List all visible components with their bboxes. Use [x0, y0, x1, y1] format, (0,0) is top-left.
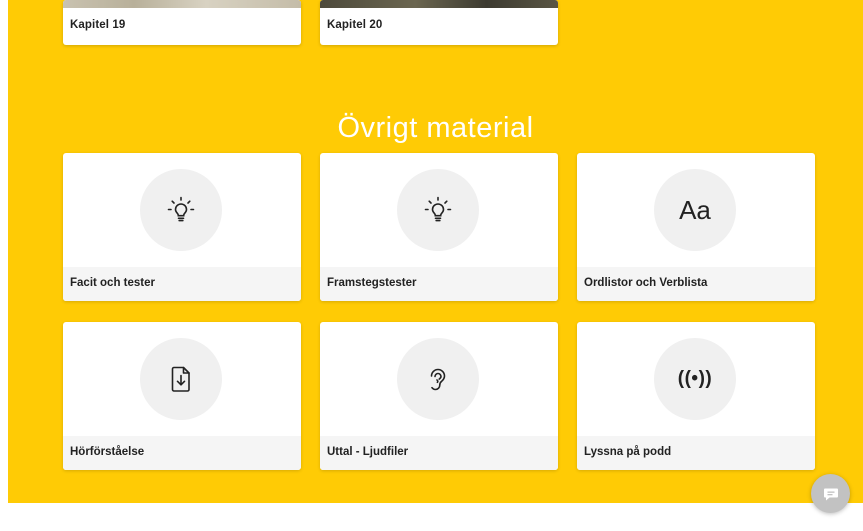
chapter-card-19[interactable]: Kapitel 19 — [63, 0, 301, 45]
card-lyssna-pa-podd[interactable]: ((•)) Lyssna på podd — [577, 322, 815, 470]
caption-bar: Hörförståelse — [63, 436, 301, 470]
icon-circle: ((•)) — [654, 338, 736, 420]
card-horforstaelse[interactable]: Hörförståelse — [63, 322, 301, 470]
chat-icon — [823, 488, 838, 500]
card-ordlistor-och-verblista[interactable]: Aa Ordlistor och Verblista — [577, 153, 815, 301]
caption-bar: Lyssna på podd — [577, 436, 815, 470]
font-icon: Aa — [679, 194, 711, 225]
lightbulb-icon — [424, 196, 452, 222]
card-label: Lyssna på podd — [584, 446, 672, 458]
content-area: Kapitel 19 Kapitel 20 Övrigt material Fa… — [8, 0, 863, 503]
chapter-thumbnail — [320, 0, 558, 8]
broadcast-icon: ((•)) — [677, 368, 713, 389]
card-label: Facit och tester — [70, 277, 155, 289]
card-label: Hörförståelse — [70, 446, 145, 458]
caption-bar: Ordlistor och Verblista — [577, 267, 815, 301]
card-framstegstester[interactable]: Framstegstester — [320, 153, 558, 301]
chapter-card-20[interactable]: Kapitel 20 — [320, 0, 558, 45]
card-label: Framstegstester — [327, 277, 417, 289]
download-file-icon — [171, 366, 190, 392]
caption-bar: Uttal - Ljudfiler — [320, 436, 558, 470]
card-facit-och-tester[interactable]: Facit och tester — [63, 153, 301, 301]
icon-circle — [140, 169, 222, 251]
section-title: Övrigt material — [337, 112, 534, 145]
chat-button[interactable] — [811, 474, 850, 513]
card-uttal-ljudfiler[interactable]: Uttal - Ljudfiler — [320, 322, 558, 470]
card-label: Ordlistor och Verblista — [584, 277, 708, 289]
chapter-label: Kapitel 20 — [327, 19, 383, 31]
icon-circle — [397, 169, 479, 251]
icon-circle — [397, 338, 479, 420]
chapter-thumbnail — [63, 0, 301, 8]
icon-circle — [140, 338, 222, 420]
caption-bar: Facit och tester — [63, 267, 301, 301]
chapter-label: Kapitel 19 — [70, 19, 126, 31]
lightbulb-icon — [167, 196, 195, 222]
caption-bar: Framstegstester — [320, 267, 558, 301]
card-label: Uttal - Ljudfiler — [327, 446, 409, 458]
icon-circle: Aa — [654, 169, 736, 251]
ear-icon — [430, 368, 446, 391]
